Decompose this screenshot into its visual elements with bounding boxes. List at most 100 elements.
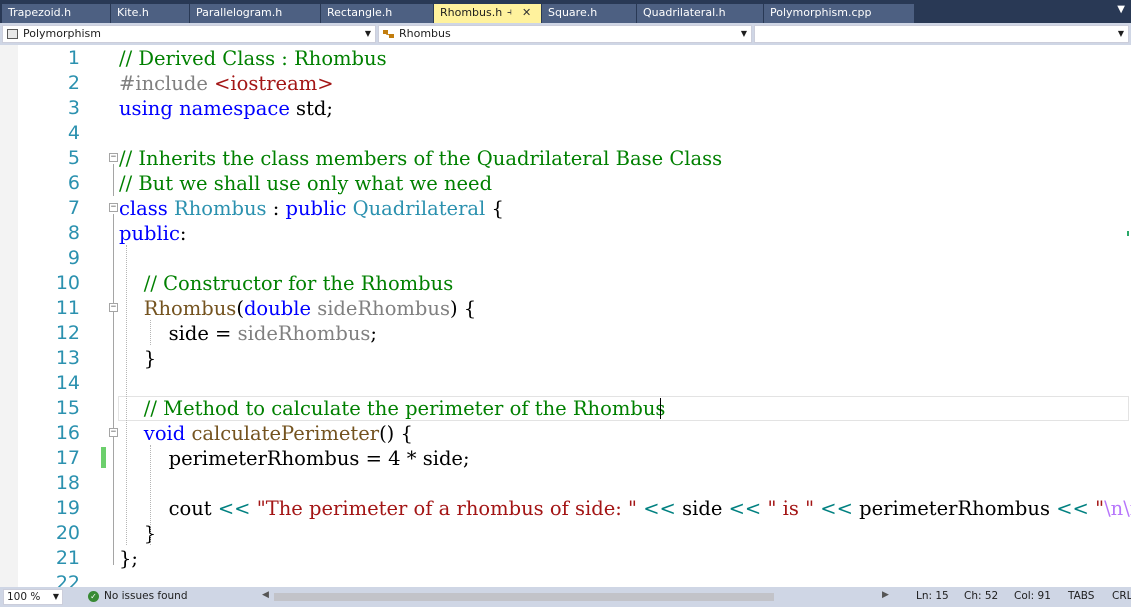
code-line[interactable]: 1 // Derived Class : Rhombus bbox=[0, 46, 1131, 71]
navigation-bar: Polymorphism ▼ Rhombus ▼ ▼ bbox=[0, 23, 1131, 45]
code-text[interactable]: // Derived Class : Rhombus bbox=[119, 46, 387, 71]
code-text[interactable]: side = sideRhombus; bbox=[119, 321, 377, 346]
code-editor[interactable]: 1 // Derived Class : Rhombus 2 #include <io… bbox=[0, 45, 1131, 587]
code-line[interactable]: 13 } bbox=[0, 346, 1131, 371]
close-icon[interactable]: ✕ bbox=[522, 4, 531, 22]
line-ending[interactable]: CRLF bbox=[1112, 590, 1131, 602]
code-text[interactable]: // Inherits the class members of the Qua… bbox=[119, 146, 722, 171]
code-text[interactable]: }; bbox=[119, 546, 138, 571]
tab-trapezoid-h[interactable]: Trapezoid.h bbox=[2, 4, 110, 23]
code-token: Quadrilateral bbox=[352, 197, 486, 220]
code-text[interactable]: using namespace std; bbox=[119, 96, 333, 121]
code-line[interactable]: 10 // Constructor for the Rhombus bbox=[0, 271, 1131, 296]
tab-label: Kite.h bbox=[117, 6, 149, 19]
code-line[interactable]: 5 // Inherits the class members of the Qu… bbox=[0, 146, 1131, 171]
issues-status[interactable]: No issues found bbox=[104, 590, 188, 602]
line-number: 13 bbox=[55, 347, 80, 369]
code-line[interactable]: 8 public: bbox=[0, 221, 1131, 246]
code-line[interactable]: 9 bbox=[0, 246, 1131, 271]
chevron-down-icon[interactable]: ▼ bbox=[1117, 4, 1125, 15]
zoom-dropdown[interactable]: 100 % ▼ bbox=[3, 589, 63, 605]
code-text[interactable]: // Constructor for the Rhombus bbox=[119, 271, 453, 296]
code-text[interactable]: #include <iostream> bbox=[119, 71, 334, 96]
horizontal-scrollbar-thumb[interactable] bbox=[274, 593, 774, 601]
tab-rectangle-h[interactable]: Rectangle.h bbox=[321, 4, 433, 23]
collapse-icon[interactable]: − bbox=[109, 153, 118, 162]
code-text[interactable]: // Method to calculate the perimeter of … bbox=[119, 396, 666, 421]
code-line[interactable]: 2 #include <iostream> bbox=[0, 71, 1131, 96]
code-token: " is " bbox=[767, 497, 815, 520]
code-line[interactable]: 12 side = sideRhombus; bbox=[0, 321, 1131, 346]
line-indicator[interactable]: Ln: 15 bbox=[916, 590, 949, 602]
code-text[interactable]: } bbox=[119, 346, 156, 371]
code-token: public bbox=[119, 222, 180, 245]
code-line[interactable]: 7 class Rhombus : public Quadrilateral { bbox=[0, 196, 1131, 221]
code-line[interactable]: 21}; bbox=[0, 546, 1131, 571]
code-line[interactable]: 18 bbox=[0, 471, 1131, 496]
code-token: << bbox=[1056, 497, 1089, 520]
line-number: 16 bbox=[55, 422, 80, 444]
code-text[interactable]: Rhombus(double sideRhombus) { bbox=[119, 296, 476, 321]
code-line[interactable]: 15 // Method to calculate the perimeter … bbox=[0, 396, 1131, 421]
line-number: 4 bbox=[67, 122, 80, 144]
code-line[interactable]: 20 } bbox=[0, 521, 1131, 546]
code-text[interactable]: perimeterRhombus = 4 * side; bbox=[119, 446, 470, 471]
code-line[interactable]: 22 bbox=[0, 571, 1131, 587]
code-text[interactable]: // But we shall use only what we need bbox=[119, 171, 492, 196]
text-caret bbox=[660, 398, 661, 419]
code-token: // Constructor for the Rhombus bbox=[143, 272, 454, 295]
collapse-icon[interactable]: − bbox=[109, 203, 118, 212]
code-token: << bbox=[728, 497, 762, 520]
code-token: " bbox=[1095, 497, 1105, 520]
chevron-down-icon: ▼ bbox=[52, 592, 59, 601]
char-indicator[interactable]: Ch: 52 bbox=[964, 590, 998, 602]
line-number: 20 bbox=[55, 522, 80, 544]
code-line[interactable]: 19 cout << "The perimeter of a rhombus o… bbox=[0, 496, 1131, 521]
line-number: 14 bbox=[55, 372, 80, 394]
tab-square-h[interactable]: Square.h bbox=[542, 4, 636, 23]
line-number: 21 bbox=[55, 547, 80, 569]
indent-mode[interactable]: TABS bbox=[1068, 590, 1094, 602]
scope-dropdown[interactable]: Rhombus ▼ bbox=[378, 25, 752, 43]
code-line[interactable]: 16 void calculatePerimeter() { bbox=[0, 421, 1131, 446]
indent-guide bbox=[150, 445, 151, 545]
pin-icon[interactable]: ⫞ bbox=[507, 4, 512, 22]
code-token: #include bbox=[119, 72, 215, 95]
code-text[interactable]: public: bbox=[119, 221, 187, 246]
code-line[interactable]: 11 Rhombus(double sideRhombus) { bbox=[0, 296, 1131, 321]
tab-quadrilateral-h[interactable]: Quadrilateral.h bbox=[637, 4, 763, 23]
collapse-icon[interactable]: − bbox=[109, 428, 118, 437]
code-line[interactable]: 6 // But we shall use only what we need bbox=[0, 171, 1131, 196]
code-token: // Method to calculate the perimeter of … bbox=[143, 397, 666, 420]
tab-kite-h[interactable]: Kite.h bbox=[111, 4, 189, 23]
document-tab-strip: Trapezoid.h Kite.h Parallelogram.h Recta… bbox=[0, 0, 1131, 23]
project-dropdown[interactable]: Polymorphism ▼ bbox=[2, 25, 376, 43]
code-token: // Inherits the class members of the Qua… bbox=[119, 147, 723, 170]
outline-bracket bbox=[113, 164, 114, 196]
code-line[interactable]: 4 bbox=[0, 121, 1131, 146]
tab-polymorphism-cpp[interactable]: Polymorphism.cpp bbox=[764, 4, 914, 23]
collapse-icon[interactable]: − bbox=[109, 303, 118, 312]
code-token: << bbox=[217, 497, 251, 520]
code-line[interactable]: 3 using namespace std; bbox=[0, 96, 1131, 121]
zoom-value: 100 % bbox=[7, 591, 41, 603]
scroll-right-icon[interactable]: ▶ bbox=[882, 590, 889, 600]
code-line[interactable]: 14 bbox=[0, 371, 1131, 396]
code-token: <iostream> bbox=[214, 72, 334, 95]
code-text[interactable]: cout << "The perimeter of a rhombus of s… bbox=[119, 496, 1131, 521]
column-indicator[interactable]: Col: 91 bbox=[1014, 590, 1051, 602]
code-text[interactable]: void calculatePerimeter() { bbox=[119, 421, 413, 446]
tab-parallelogram-h[interactable]: Parallelogram.h bbox=[190, 4, 320, 23]
code-token: side bbox=[675, 497, 729, 520]
line-number: 22 bbox=[55, 572, 80, 587]
code-text[interactable]: class Rhombus : public Quadrilateral { bbox=[119, 196, 504, 221]
code-token: using bbox=[119, 97, 173, 120]
code-token: perimeterRhombus = 4 * side; bbox=[119, 447, 470, 470]
scroll-left-icon[interactable]: ◀ bbox=[262, 590, 269, 600]
tab-rhombus-h[interactable]: Rhombus.h ⫞ ✕ bbox=[434, 4, 541, 23]
code-token: std; bbox=[289, 97, 333, 120]
code-line[interactable]: 17 perimeterRhombus = 4 * side; bbox=[0, 446, 1131, 471]
member-dropdown[interactable]: ▼ bbox=[754, 25, 1129, 43]
